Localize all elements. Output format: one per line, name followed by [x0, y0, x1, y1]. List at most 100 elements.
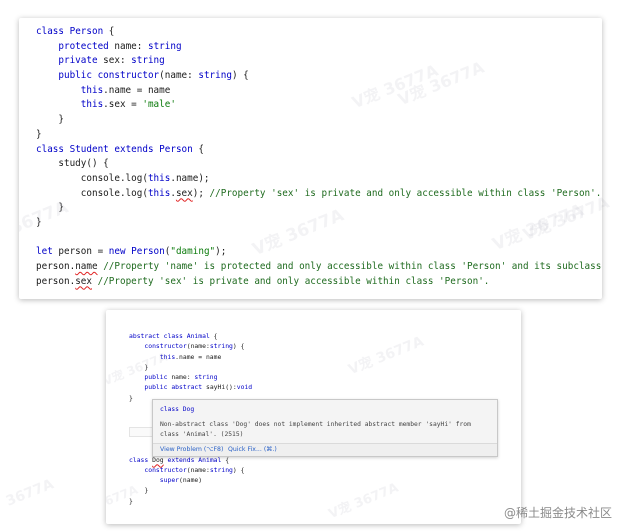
code-token: ); — [192, 187, 210, 199]
code-token: sex: — [103, 55, 132, 67]
code-token: this — [147, 172, 171, 184]
code-line: console.log(this.name); — [36, 172, 602, 187]
code-line: person.name //Property 'name' is protect… — [36, 260, 602, 275]
code-token: private — [58, 55, 104, 67]
code-token: this — [80, 84, 104, 96]
code-token: sayHi(): — [205, 383, 237, 392]
code-token: this — [147, 187, 171, 199]
code-line: } — [36, 201, 602, 216]
code-comment: //Property 'sex' is private and only acc… — [209, 187, 602, 199]
code-snippet-panel-1: class Person { protected name: string pr… — [19, 18, 602, 299]
code-token: .sex = — [103, 99, 143, 111]
code-line: public constructor(name: string) { — [36, 69, 602, 84]
code-token: class — [36, 26, 70, 37]
code-token: } — [129, 362, 149, 371]
code-token: person = — [58, 246, 109, 258]
code-token: string — [131, 55, 165, 67]
code-token: } — [129, 496, 133, 505]
code-token: study() { — [36, 158, 109, 170]
watermark: V宠 3677A — [326, 480, 401, 523]
watermark: V宠 3677A — [346, 333, 426, 379]
code-line: class Student extends Person { — [36, 143, 602, 158]
code-token: Person — [159, 143, 193, 155]
code-token: ) { — [232, 342, 245, 351]
code-line: } — [36, 128, 602, 143]
code-token: person. — [36, 261, 76, 272]
error-token: name — [75, 261, 98, 272]
code-token: Animal — [186, 332, 210, 340]
code-token: .name); — [170, 172, 210, 184]
code-token: person. — [36, 275, 76, 287]
code-token: constructor — [97, 70, 160, 82]
code-token: } — [36, 202, 64, 214]
code-token: ) { — [232, 465, 245, 474]
code-token: name: — [114, 40, 148, 52]
code-token: name: — [171, 373, 195, 382]
code-token: abstract — [171, 383, 206, 392]
code-token: string — [209, 342, 233, 351]
code-token: .name = name — [175, 352, 222, 361]
code-token: } — [36, 114, 64, 126]
hidden-editor-widget — [129, 427, 153, 437]
code-token: public — [58, 70, 98, 82]
code-token: super — [159, 476, 180, 485]
tooltip-message: Non-abstract class 'Dog' does not implem… — [160, 420, 471, 439]
code-token: .name = name — [103, 84, 171, 96]
code-token: new — [108, 246, 132, 258]
code-token: class — [129, 455, 153, 464]
code-token: ) { — [231, 70, 249, 82]
tooltip-actions-bar: View Problem (⌥F8) Quick Fix... (⌘.) — [153, 443, 497, 456]
code-comment: //Property 'sex' is private and only acc… — [97, 275, 490, 287]
code-token: (name) — [179, 476, 203, 485]
code-line: } — [36, 113, 602, 128]
code-token: public — [144, 373, 172, 382]
code-token: this — [80, 99, 104, 111]
tooltip-message-line-2: class 'Animal'. (2515) — [160, 430, 244, 438]
error-token: sex — [75, 275, 92, 287]
quick-fix-button[interactable]: Quick Fix... (⌘.) — [228, 446, 277, 453]
code-token: ); — [215, 246, 227, 258]
code-line: constructor(name:string) { — [129, 341, 252, 351]
code-token: } — [129, 393, 133, 402]
error-token: sex — [175, 187, 193, 199]
code-token: class — [163, 332, 187, 340]
code-token: { — [103, 26, 115, 37]
code-line: abstract class Animal { — [129, 331, 252, 341]
code-token: let — [36, 246, 59, 258]
code-token: 'male' — [142, 99, 176, 111]
code-snippet-panel-2: abstract class Animal { constructor(name… — [106, 310, 521, 524]
site-watermark: @稀土掘金技术社区 — [503, 506, 612, 520]
tooltip-message-line-1: Non-abstract class 'Dog' does not implem… — [160, 421, 471, 428]
code-line: public abstract sayHi():void — [129, 382, 252, 392]
code-line: this.name = name — [129, 352, 252, 362]
code-line: public name: string — [129, 372, 252, 382]
code-line: study() { — [36, 157, 602, 172]
code-line: person.sex //Property 'sex' is private a… — [36, 275, 602, 290]
code-token: console.log( — [36, 172, 148, 184]
code-line: this.sex = 'male' — [36, 98, 602, 113]
code-block-person-class: class Person { protected name: string pr… — [36, 25, 602, 289]
code-token: void — [236, 383, 253, 392]
view-problem-button[interactable]: View Problem (⌥F8) — [160, 446, 223, 453]
watermark: 3677A — [3, 476, 56, 510]
code-comment: //Property 'name' is protected and only … — [103, 261, 602, 272]
code-token: } — [36, 128, 42, 140]
code-token: this — [159, 352, 176, 361]
code-token: string — [147, 40, 182, 52]
code-token: constructor — [144, 342, 187, 351]
code-line: protected name: string — [36, 40, 602, 55]
code-token: } — [36, 216, 42, 228]
code-line: } — [129, 485, 252, 495]
code-token: string — [194, 373, 218, 382]
code-line: class Person { — [36, 25, 602, 40]
